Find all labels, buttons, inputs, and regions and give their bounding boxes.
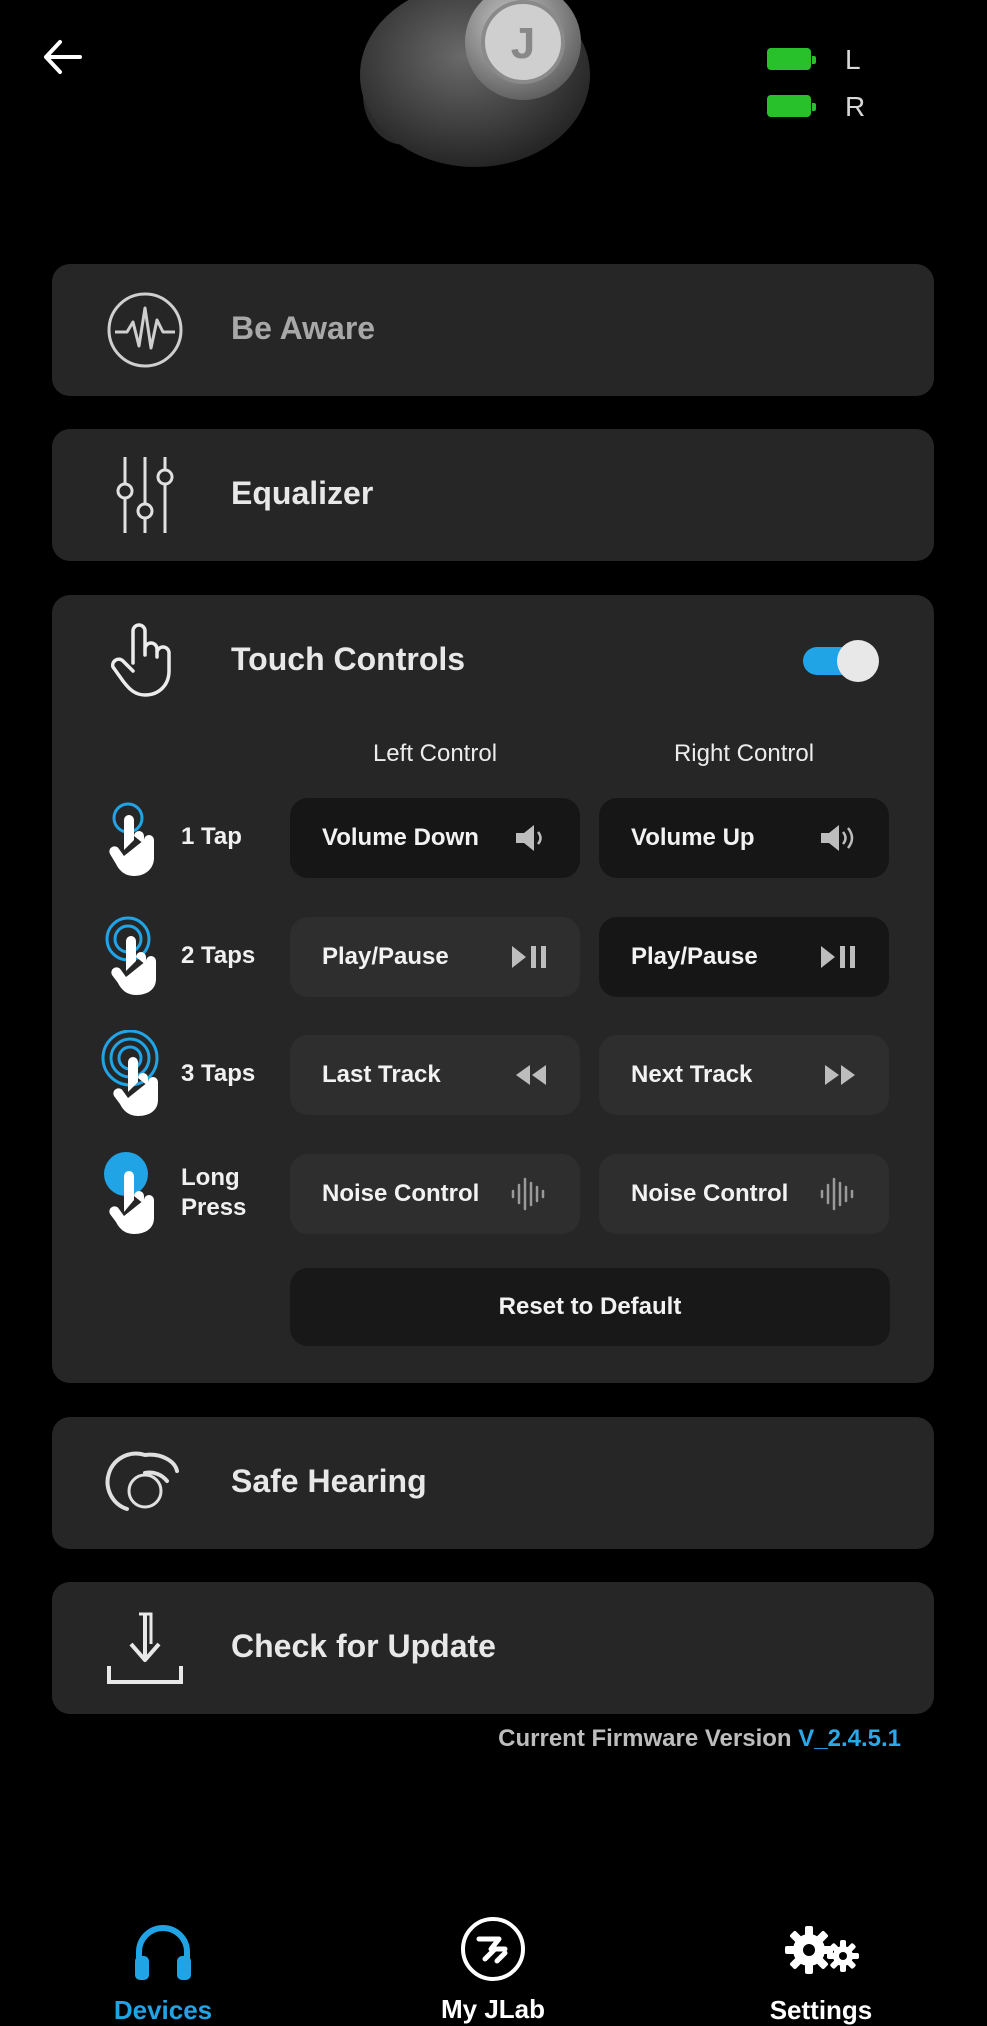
single-tap-icon: [109, 802, 154, 876]
battery-right-icon: [767, 95, 816, 117]
row-label-3-taps: 3 Taps: [181, 1060, 256, 1087]
waveform-icon: [511, 1177, 545, 1211]
gears-icon: [785, 1926, 859, 1974]
ear-icon: [105, 1451, 179, 1511]
double-tap-icon: [105, 916, 156, 995]
touch-controls-toggle[interactable]: [803, 640, 879, 682]
nav-my-jlab-label: My JLab: [440, 1994, 546, 2024]
right-2-taps-control[interactable]: Play/Pause: [599, 917, 889, 997]
firmware-version: Current Firmware Version V_2.4.5.1: [498, 1725, 901, 1753]
control-label: Volume Up: [631, 824, 755, 851]
triple-tap-icon: [101, 1030, 159, 1116]
left-2-taps-control[interactable]: Play/Pause: [290, 917, 580, 997]
speaker-low-icon: [516, 825, 542, 851]
check-update-title: Check for Update: [231, 1628, 496, 1664]
nav-settings[interactable]: Settings: [721, 1920, 921, 2026]
row-label-line1: Long: [181, 1164, 240, 1191]
control-label: Play/Pause: [631, 943, 758, 970]
download-icon: [107, 1612, 183, 1684]
control-label: Volume Down: [322, 824, 479, 851]
reset-to-default-button[interactable]: Reset to Default: [290, 1268, 890, 1346]
nav-devices-label: Devices: [113, 1995, 213, 2025]
hand-touch-icon: [110, 623, 171, 697]
row-label-line2: Press: [181, 1194, 247, 1221]
play-pause-icon: [821, 946, 855, 968]
right-control-header: Right Control: [673, 740, 815, 767]
svg-text:J: J: [511, 19, 535, 68]
speaker-high-icon: [821, 825, 854, 851]
right-long-press-control[interactable]: Noise Control: [599, 1154, 889, 1234]
control-label: Noise Control: [631, 1180, 789, 1207]
fast-forward-icon: [825, 1065, 855, 1085]
right-1-tap-control[interactable]: Volume Up: [599, 798, 889, 878]
control-label: Next Track: [631, 1061, 753, 1088]
nav-devices[interactable]: Devices: [63, 1920, 263, 2026]
battery-left-label: L: [845, 44, 861, 75]
firmware-version-value: V_2.4.5.1: [798, 1725, 901, 1752]
safe-hearing-title: Safe Hearing: [231, 1463, 427, 1499]
back-arrow-icon[interactable]: [38, 32, 88, 82]
safe-hearing-card[interactable]: Safe Hearing: [52, 1417, 934, 1549]
left-control-header: Left Control: [372, 740, 498, 767]
long-press-icon: [104, 1152, 154, 1234]
row-label-long-press: Long Press: [181, 1163, 246, 1223]
row-label-2-taps: 2 Taps: [181, 942, 256, 969]
row-label-1-tap: 1 Tap: [181, 823, 242, 850]
equalizer-title: Equalizer: [231, 475, 374, 511]
check-update-card[interactable]: Check for Update: [52, 1582, 934, 1714]
be-aware-card[interactable]: Be Aware: [52, 264, 934, 396]
nav-settings-label: Settings: [769, 1995, 873, 2025]
waveform-icon: [820, 1177, 854, 1211]
right-3-taps-control[interactable]: Next Track: [599, 1035, 889, 1115]
nav-my-jlab[interactable]: My JLab: [393, 1915, 593, 2025]
equalizer-card[interactable]: Equalizer: [52, 429, 934, 561]
control-label: Noise Control: [322, 1180, 480, 1207]
be-aware-title: Be Aware: [231, 310, 376, 346]
waveform-circle-icon: [107, 292, 183, 368]
battery-left-icon: [767, 48, 816, 70]
battery-right-label: R: [845, 91, 866, 122]
toggle-knob: [837, 640, 879, 682]
left-3-taps-control[interactable]: Last Track: [290, 1035, 580, 1115]
jlab-logo-icon: [461, 1917, 525, 1981]
firmware-label: Current Firmware Version: [498, 1725, 792, 1752]
headphones-icon: [135, 1925, 191, 1980]
equalizer-sliders-icon: [116, 457, 174, 533]
play-pause-icon: [512, 946, 546, 968]
control-label: Last Track: [322, 1061, 441, 1088]
control-label: Play/Pause: [322, 943, 449, 970]
earbud-image: J: [360, 0, 590, 167]
rewind-icon: [516, 1065, 546, 1085]
left-long-press-control[interactable]: Noise Control: [290, 1154, 580, 1234]
touch-controls-title: Touch Controls: [231, 641, 466, 677]
left-1-tap-control[interactable]: Volume Down: [290, 798, 580, 878]
